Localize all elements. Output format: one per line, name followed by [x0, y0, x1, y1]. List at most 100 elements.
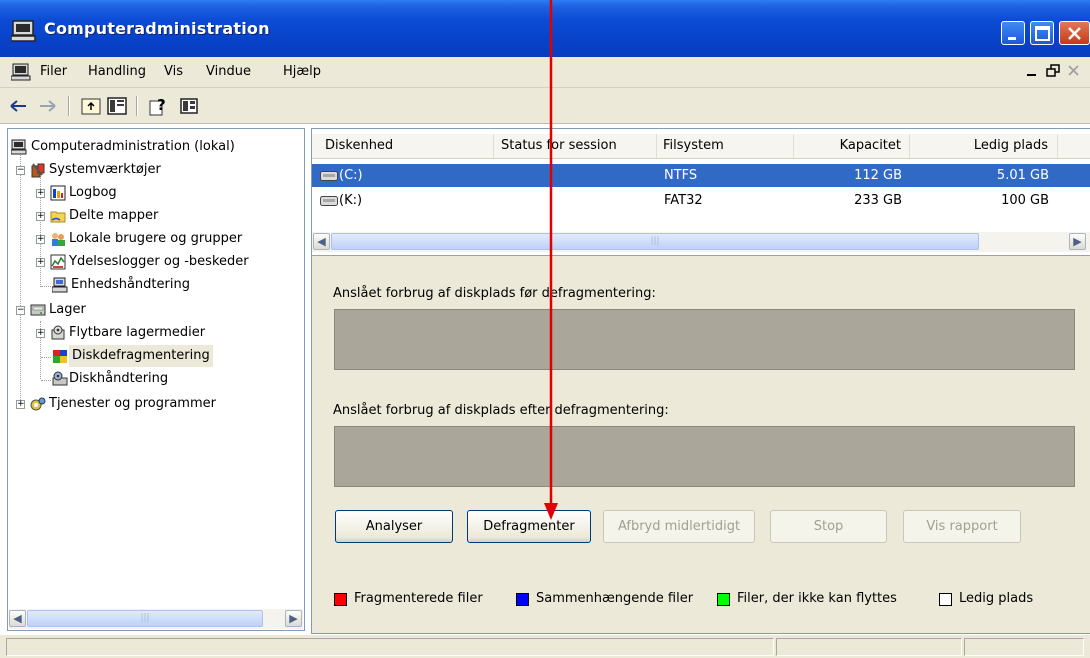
- minimize-button[interactable]: [1001, 21, 1025, 45]
- doc-restore-icon[interactable]: [1043, 62, 1063, 80]
- cell-volume: (C:): [339, 168, 363, 183]
- before-defrag-label: Anslået forbrug af diskplads før defragm…: [333, 286, 656, 301]
- doc-minimize-icon[interactable]: [1022, 62, 1042, 80]
- volume-list: Diskenhed Status for session Filsystem K…: [312, 129, 1090, 256]
- menu-hjaelp[interactable]: Hjælp: [283, 64, 321, 79]
- users-icon: [52, 233, 65, 246]
- status-bar: [0, 634, 1090, 658]
- computer-management-icon: [11, 20, 36, 42]
- expand-icon[interactable]: +: [16, 400, 25, 409]
- tree-label-selected: Diskdefragmentering: [69, 345, 213, 367]
- defragment-button[interactable]: Defragmenter: [467, 510, 591, 543]
- expand-icon[interactable]: +: [36, 189, 45, 198]
- details-pane: Diskenhed Status for session Filsystem K…: [311, 128, 1090, 634]
- volume-list-horizontal-scrollbar[interactable]: ◀ ||| ▶: [312, 232, 1090, 252]
- volume-row[interactable]: (K:) FAT32 233 GB 100 GB: [312, 189, 1090, 212]
- menu-filer[interactable]: Filer: [40, 64, 67, 79]
- cell-capacity: 233 GB: [854, 193, 902, 208]
- expand-icon[interactable]: +: [36, 329, 45, 338]
- console-tree: Computeradministration (lokal) − Systemv…: [7, 128, 305, 631]
- up-folder-icon[interactable]: [80, 95, 102, 117]
- tree-label: Tjenester og programmer: [49, 396, 216, 411]
- document-window-controls: [1022, 62, 1084, 80]
- cell-free-space: 100 GB: [1001, 193, 1049, 208]
- tree-horizontal-scrollbar[interactable]: ◀ ||| ▶: [9, 609, 303, 629]
- menu-vindue[interactable]: Vindue: [206, 64, 251, 79]
- menu-handling[interactable]: Handling: [88, 64, 146, 79]
- scroll-left-icon[interactable]: ◀: [9, 610, 26, 627]
- volume-list-header: Diskenhed Status for session Filsystem K…: [312, 134, 1090, 159]
- column-header-session-status[interactable]: Status for session: [494, 134, 657, 158]
- tree-label: Systemværktøjer: [49, 162, 161, 177]
- cell-file-system: NTFS: [664, 168, 698, 183]
- tree-label: Delte mapper: [69, 208, 159, 223]
- tree-label: Flytbare lagermedier: [69, 325, 206, 340]
- cell-volume: (K:): [339, 193, 363, 208]
- column-header-file-system[interactable]: Filsystem: [657, 134, 794, 158]
- scroll-left-icon[interactable]: ◀: [313, 233, 330, 250]
- performance-icon: [50, 254, 66, 270]
- expand-icon[interactable]: +: [36, 235, 45, 244]
- tree-label: Computeradministration (lokal): [31, 139, 235, 154]
- help-icon[interactable]: ?: [148, 95, 170, 117]
- back-arrow-icon[interactable]: [8, 95, 30, 117]
- tree-label: Lokale brugere og grupper: [69, 231, 243, 246]
- collapse-icon[interactable]: −: [16, 306, 25, 315]
- cell-capacity: 112 GB: [854, 168, 902, 183]
- document-system-icon[interactable]: [11, 63, 31, 81]
- scroll-right-icon[interactable]: ▶: [1069, 233, 1086, 250]
- disk-management-icon: [52, 371, 68, 386]
- column-header-free-space[interactable]: Ledig plads: [910, 134, 1058, 158]
- forward-arrow-icon[interactable]: [36, 95, 58, 117]
- collapse-icon[interactable]: −: [16, 166, 25, 175]
- properties-icon[interactable]: [178, 95, 200, 117]
- computer-icon: [11, 139, 27, 155]
- tree-label: Lager: [49, 302, 86, 317]
- stop-button[interactable]: Stop: [770, 510, 887, 543]
- maximize-icon: [1035, 26, 1050, 41]
- services-icon: [30, 397, 46, 411]
- hard-drive-icon: [320, 196, 338, 206]
- view-report-button[interactable]: Vis rapport: [903, 510, 1021, 543]
- maximize-button[interactable]: [1030, 21, 1054, 45]
- event-viewer-icon: [50, 185, 66, 201]
- expand-icon[interactable]: +: [36, 212, 45, 221]
- tree-label: Ydelseslogger og -beskeder: [69, 254, 249, 269]
- tools-icon: [31, 163, 45, 178]
- tree-label: Logbog: [69, 185, 117, 200]
- menu-vis[interactable]: Vis: [164, 64, 183, 79]
- tree-view: Computeradministration (lokal) − Systemv…: [8, 129, 304, 599]
- window-title: Computeradministration: [44, 19, 270, 38]
- legend-label: Fragmenterede filer: [354, 591, 483, 606]
- tree-label: Enhedshåndtering: [71, 277, 190, 292]
- toolbar: ?: [0, 88, 1090, 124]
- removable-storage-icon: [51, 325, 65, 340]
- column-header-capacity[interactable]: Kapacitet: [794, 134, 910, 158]
- doc-close-icon[interactable]: [1064, 62, 1084, 80]
- close-button[interactable]: [1059, 21, 1090, 45]
- device-manager-icon: [52, 277, 68, 293]
- after-defrag-display: [334, 426, 1075, 487]
- show-hide-tree-icon[interactable]: [106, 95, 128, 117]
- scroll-thumb[interactable]: |||: [27, 610, 263, 627]
- scroll-right-icon[interactable]: ▶: [285, 610, 302, 627]
- hard-drive-icon: [320, 171, 338, 181]
- legend-swatch: [334, 593, 347, 606]
- pause-button[interactable]: Afbryd midlertidigt: [603, 510, 755, 543]
- legend-label: Sammenhængende filer: [536, 591, 694, 606]
- legend-label: Ledig plads: [959, 591, 1034, 606]
- cell-free-space: 5.01 GB: [996, 168, 1049, 183]
- scroll-thumb[interactable]: |||: [331, 233, 979, 250]
- svg-text:?: ?: [157, 96, 166, 114]
- status-cell: [964, 638, 1084, 656]
- expand-icon[interactable]: +: [36, 258, 45, 267]
- before-defrag-display: [334, 309, 1075, 370]
- menu-bar: Filer Handling Vis Vindue Hjælp: [0, 57, 1090, 88]
- volume-row[interactable]: (C:) NTFS 112 GB 5.01 GB: [312, 164, 1090, 187]
- defrag-icon: [53, 350, 67, 363]
- legend-label: Filer, der ikke kan flyttes: [737, 591, 897, 606]
- title-bar[interactable]: Computeradministration: [0, 0, 1090, 57]
- minimize-icon: [1008, 37, 1016, 40]
- analyze-button[interactable]: Analyser: [335, 510, 453, 543]
- column-header-volume[interactable]: Diskenhed: [312, 134, 494, 158]
